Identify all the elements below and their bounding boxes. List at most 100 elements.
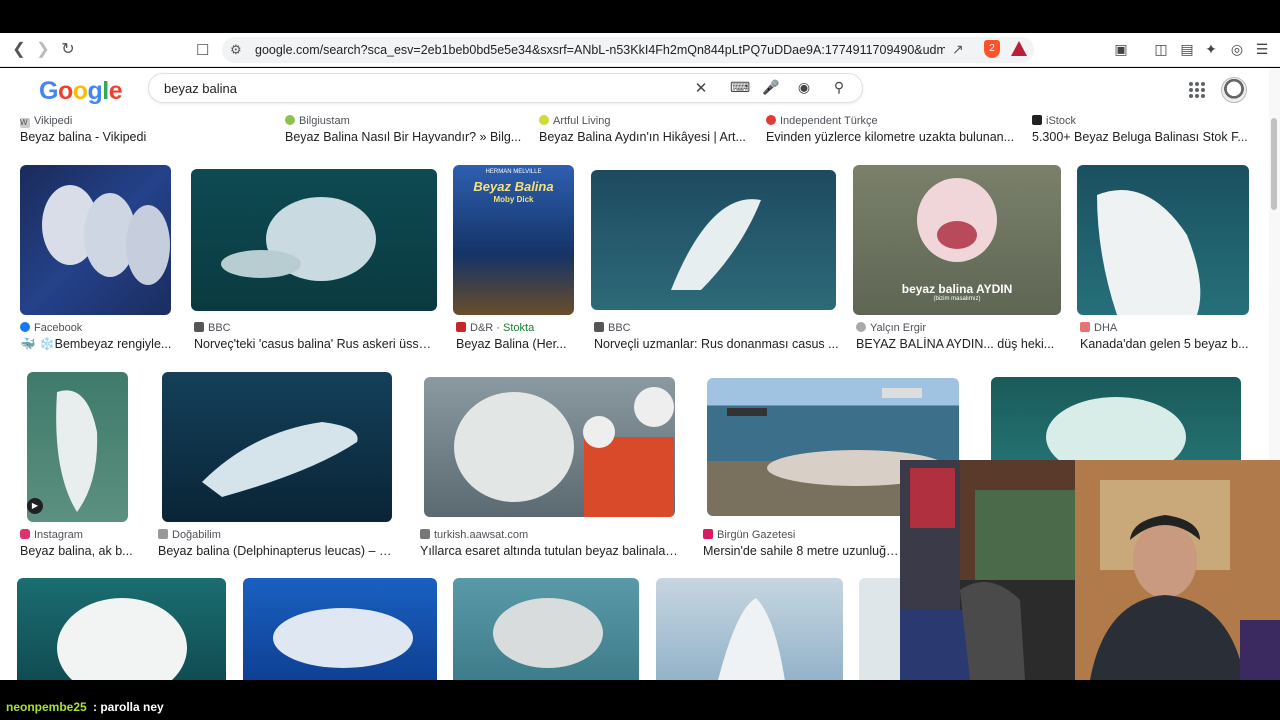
- result-title[interactable]: Evinden yüzlerce kilometre uzakta buluna…: [766, 130, 1016, 144]
- scrollbar-thumb[interactable]: [1271, 118, 1277, 210]
- result-source: DHA: [1080, 322, 1117, 334]
- beluga-illustration: [1097, 190, 1201, 315]
- result-title[interactable]: 🐳 ❄️Bembeyaz rengiyle...: [20, 337, 175, 352]
- google-logo-letter: o: [57, 77, 73, 105]
- webcam-overlay: [900, 460, 1280, 680]
- vpn-icon[interactable]: ◎: [1229, 41, 1245, 57]
- result-title[interactable]: Beyaz balina, ak b...: [20, 544, 135, 558]
- search-box[interactable]: beyaz balina ✕ ⌨ 🎤 ◉ ⚲: [148, 73, 863, 103]
- google-logo[interactable]: Google: [39, 77, 123, 106]
- search-results-page: Google beyaz balina ✕ ⌨ 🎤 ◉ ⚲ W Vikipedi …: [0, 68, 1280, 680]
- site-settings-icon[interactable]: ⚙: [230, 42, 242, 58]
- beluga-illustration: [454, 387, 674, 517]
- result-image[interactable]: beyaz balina AYDIN (bizim masalımız): [853, 165, 1061, 315]
- search-icon[interactable]: ⚲: [830, 79, 848, 96]
- result-image[interactable]: ▶: [27, 372, 128, 522]
- video-play-icon: ▶: [27, 498, 43, 514]
- beluga-illustration: [718, 598, 785, 680]
- book-title: Beyaz Balina: [473, 179, 554, 194]
- search-input[interactable]: beyaz balina: [164, 81, 237, 96]
- top-black-bar: [0, 0, 1280, 33]
- result-image[interactable]: [453, 578, 639, 680]
- wallet-icon[interactable]: ▤: [1179, 41, 1195, 57]
- result-title[interactable]: Norveç'teki 'casus balina' Rus askeri üs…: [194, 337, 434, 351]
- result-title[interactable]: Beyaz balina (Delphinapterus leucas) – D…: [158, 544, 393, 558]
- reload-icon[interactable]: ↻: [59, 41, 77, 59]
- avatar[interactable]: [1221, 77, 1247, 103]
- beluga-illustration: [493, 598, 603, 668]
- result-source: W Vikipedi: [20, 115, 73, 128]
- apps-grid-icon[interactable]: [1189, 82, 1205, 98]
- result-source: Artful Living: [539, 115, 610, 127]
- book-author: HERMAN MELVILLE: [485, 169, 542, 175]
- lens-icon[interactable]: ◉: [795, 79, 813, 96]
- result-title[interactable]: Beyaz Balina Nasıl Bir Hayvandır? » Bilg…: [285, 130, 525, 144]
- result-title[interactable]: Beyaz Balina (Her...: [456, 337, 576, 351]
- result-source: Birgün Gazetesi: [703, 529, 795, 541]
- result-source: BBC: [594, 322, 631, 334]
- keyboard-icon[interactable]: ⌨: [730, 79, 750, 96]
- browser-toolbar: ❮ ❯ ↻ ☐ ⚙ google.com/search?sca_esv=2eb1…: [0, 33, 1280, 67]
- image-caption: beyaz balina AYDIN: [901, 282, 1013, 296]
- result-source: Doğabilim: [158, 529, 221, 541]
- result-source: Yalçın Ergir: [856, 322, 926, 334]
- chat-message: : parolla ney: [93, 700, 164, 714]
- beluga-illustration: [202, 422, 358, 497]
- forward-icon[interactable]: ❯: [34, 41, 52, 59]
- result-image[interactable]: [656, 578, 843, 680]
- result-image[interactable]: [424, 377, 675, 517]
- webcam-scene: [900, 460, 1280, 680]
- result-image[interactable]: [191, 169, 437, 311]
- book-subtitle: Moby Dick: [493, 195, 534, 204]
- beluga-illustration: [273, 608, 413, 668]
- result-image[interactable]: [1077, 165, 1249, 315]
- result-title[interactable]: Norveçli uzmanlar: Rus donanması casus .…: [594, 337, 839, 351]
- result-title[interactable]: Beyaz Balina Aydın'ın Hikâyesi | Art...: [539, 130, 754, 144]
- beluga-illustration: [671, 199, 761, 290]
- google-logo-letter: e: [108, 77, 123, 105]
- result-source: Independent Türkçe: [766, 115, 878, 127]
- clear-icon[interactable]: ✕: [692, 79, 710, 97]
- result-image[interactable]: [20, 165, 171, 315]
- result-source: Facebook: [20, 322, 82, 334]
- brave-badge: 2: [989, 43, 995, 54]
- sidebar-icon[interactable]: ◫: [1153, 41, 1169, 57]
- result-title[interactable]: Beyaz balina - Vikipedi: [20, 130, 270, 144]
- google-logo-letter: g: [87, 77, 103, 105]
- result-title[interactable]: Yıllarca esaret altında tutulan beyaz ba…: [420, 544, 680, 558]
- share-icon[interactable]: ↗: [952, 41, 964, 58]
- result-image[interactable]: [243, 578, 437, 680]
- result-title[interactable]: Mersin'de sahile 8 metre uzunluğund: [703, 544, 903, 558]
- brave-shields-icon[interactable]: 2: [984, 40, 1000, 58]
- result-source: Instagram: [20, 529, 83, 541]
- tab-search-icon[interactable]: ▣: [1113, 41, 1129, 57]
- beluga-illustration: [42, 185, 170, 285]
- result-source: turkish.aawsat.com: [420, 529, 528, 541]
- brave-rewards-icon[interactable]: [1011, 41, 1027, 56]
- result-image[interactable]: [162, 372, 392, 522]
- google-logo-letter: G: [39, 77, 58, 105]
- result-source: iStock: [1032, 115, 1076, 127]
- result-source: D&R · Stokta: [456, 322, 534, 334]
- book-cover-image[interactable]: HERMAN MELVILLE Beyaz Balina Moby Dick: [453, 165, 574, 315]
- beluga-illustration: [56, 390, 98, 512]
- result-source: Bilgiustam: [285, 115, 350, 127]
- beluga-illustration: [57, 598, 187, 680]
- microphone-icon[interactable]: 🎤: [762, 79, 780, 96]
- image-caption-sub: (bizim masalımız): [933, 296, 981, 302]
- result-title[interactable]: Kanada'dan gelen 5 beyaz b...: [1080, 337, 1250, 351]
- result-title[interactable]: BEYAZ BALİNA AYDIN... düş heki...: [856, 337, 1061, 351]
- beluga-illustration: [221, 197, 376, 281]
- back-icon[interactable]: ❮: [10, 41, 28, 59]
- google-logo-letter: o: [72, 77, 88, 105]
- result-source: BBC: [194, 322, 231, 334]
- result-image[interactable]: [591, 170, 836, 310]
- menu-icon[interactable]: ☰: [1254, 41, 1270, 57]
- chat-username: neonpembe25: [6, 700, 87, 714]
- url-text[interactable]: google.com/search?sca_esv=2eb1beb0bd5e5e…: [255, 43, 945, 57]
- chat-overlay: neonpembe25 : parolla ney: [0, 680, 1280, 720]
- result-title[interactable]: 5.300+ Beyaz Beluga Balinası Stok F...: [1032, 130, 1252, 144]
- leo-ai-icon[interactable]: ✦: [1203, 41, 1219, 57]
- bookmark-icon[interactable]: ☐: [196, 41, 212, 59]
- result-image[interactable]: [17, 578, 226, 680]
